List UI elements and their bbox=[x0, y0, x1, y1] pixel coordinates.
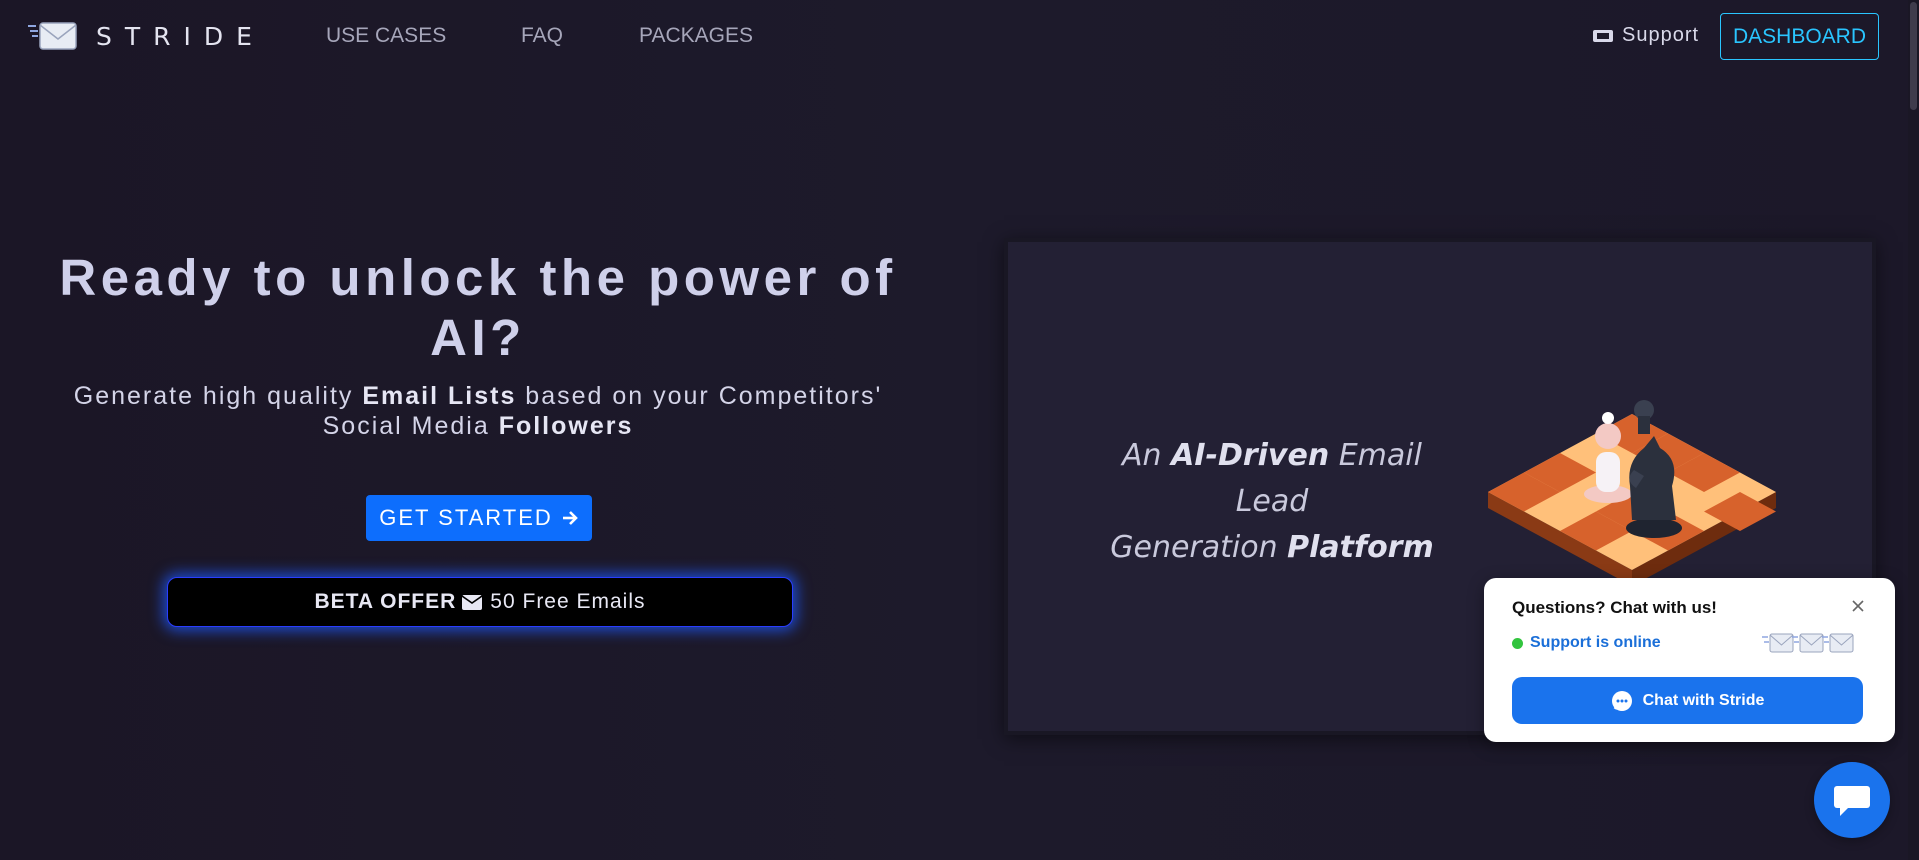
chat-with-stride-button[interactable]: Chat with Stride bbox=[1512, 677, 1863, 724]
brand-logo[interactable]: STRIDE bbox=[28, 20, 265, 52]
panel-tagline: An AI-Driven Email Lead Generation Platf… bbox=[1090, 433, 1454, 571]
scrollbar-thumb[interactable] bbox=[1910, 2, 1917, 110]
support-label: Support bbox=[1622, 24, 1700, 46]
support-status: Support is online bbox=[1512, 634, 1661, 652]
close-icon[interactable] bbox=[1848, 596, 1868, 616]
tagline-text: Generation bbox=[1110, 530, 1288, 565]
subtitle-bold-email-lists: Email Lists bbox=[362, 382, 517, 410]
beta-offer-text: 50 Free Emails bbox=[490, 590, 646, 613]
subtitle-text-1: Generate high quality bbox=[73, 382, 363, 410]
chat-launcher-button[interactable] bbox=[1814, 762, 1890, 838]
hero-subtitle: Generate high quality Email Lists based … bbox=[40, 381, 916, 441]
top-navbar: STRIDE USE CASES FAQ PACKAGES Support DA… bbox=[0, 0, 1919, 72]
nav-link-faq[interactable]: FAQ bbox=[521, 24, 563, 48]
chat-button-label: Chat with Stride bbox=[1642, 691, 1765, 709]
page-scrollbar[interactable] bbox=[1908, 0, 1919, 860]
chat-title: Questions? Chat with us! bbox=[1512, 598, 1717, 617]
envelope-avatar-icon bbox=[1792, 633, 1824, 653]
subtitle-bold-followers: Followers bbox=[498, 412, 634, 440]
ticket-icon bbox=[1593, 29, 1613, 42]
tagline-text: An bbox=[1122, 438, 1172, 473]
beta-offer-label: BETA OFFER bbox=[314, 590, 457, 613]
online-dot bbox=[1512, 637, 1523, 649]
brand-name: STRIDE bbox=[96, 21, 265, 51]
tagline-bold-ai-driven: AI-Driven bbox=[1171, 438, 1330, 473]
envelope-avatar-icon bbox=[1822, 633, 1854, 653]
envelope-avatar-icon bbox=[1762, 633, 1794, 653]
support-link[interactable]: Support bbox=[1592, 24, 1699, 47]
nav-link-use-cases[interactable]: USE CASES bbox=[326, 24, 446, 48]
envelope-logo-icon bbox=[28, 22, 77, 50]
chat-bubble-icon bbox=[1834, 786, 1870, 816]
dashboard-button[interactable]: DASHBOARD bbox=[1720, 13, 1879, 60]
chat-popup: Questions? Chat with us! Support is onli… bbox=[1484, 578, 1895, 742]
arrow-right-icon bbox=[562, 511, 578, 525]
tagline-bold-platform: Platform bbox=[1287, 530, 1434, 565]
get-started-label: GET STARTED bbox=[379, 505, 553, 530]
chessboard-illustration bbox=[1488, 400, 1776, 586]
chat-icon bbox=[1611, 690, 1632, 711]
get-started-button[interactable]: GET STARTED bbox=[366, 495, 592, 541]
tagline-line-1: An AI-Driven Email Lead bbox=[1090, 433, 1454, 525]
beta-offer-banner[interactable]: BETA OFFER 50 Free Emails bbox=[167, 577, 793, 627]
hero-title: Ready to unlock the power of AI? bbox=[59, 249, 897, 366]
agent-avatars bbox=[1762, 632, 1854, 654]
envelope-icon bbox=[462, 594, 483, 610]
support-status-text: Support is online bbox=[1530, 634, 1661, 651]
nav-link-packages[interactable]: PACKAGES bbox=[639, 24, 753, 48]
tagline-line-2: Generation Platform bbox=[1090, 525, 1454, 571]
